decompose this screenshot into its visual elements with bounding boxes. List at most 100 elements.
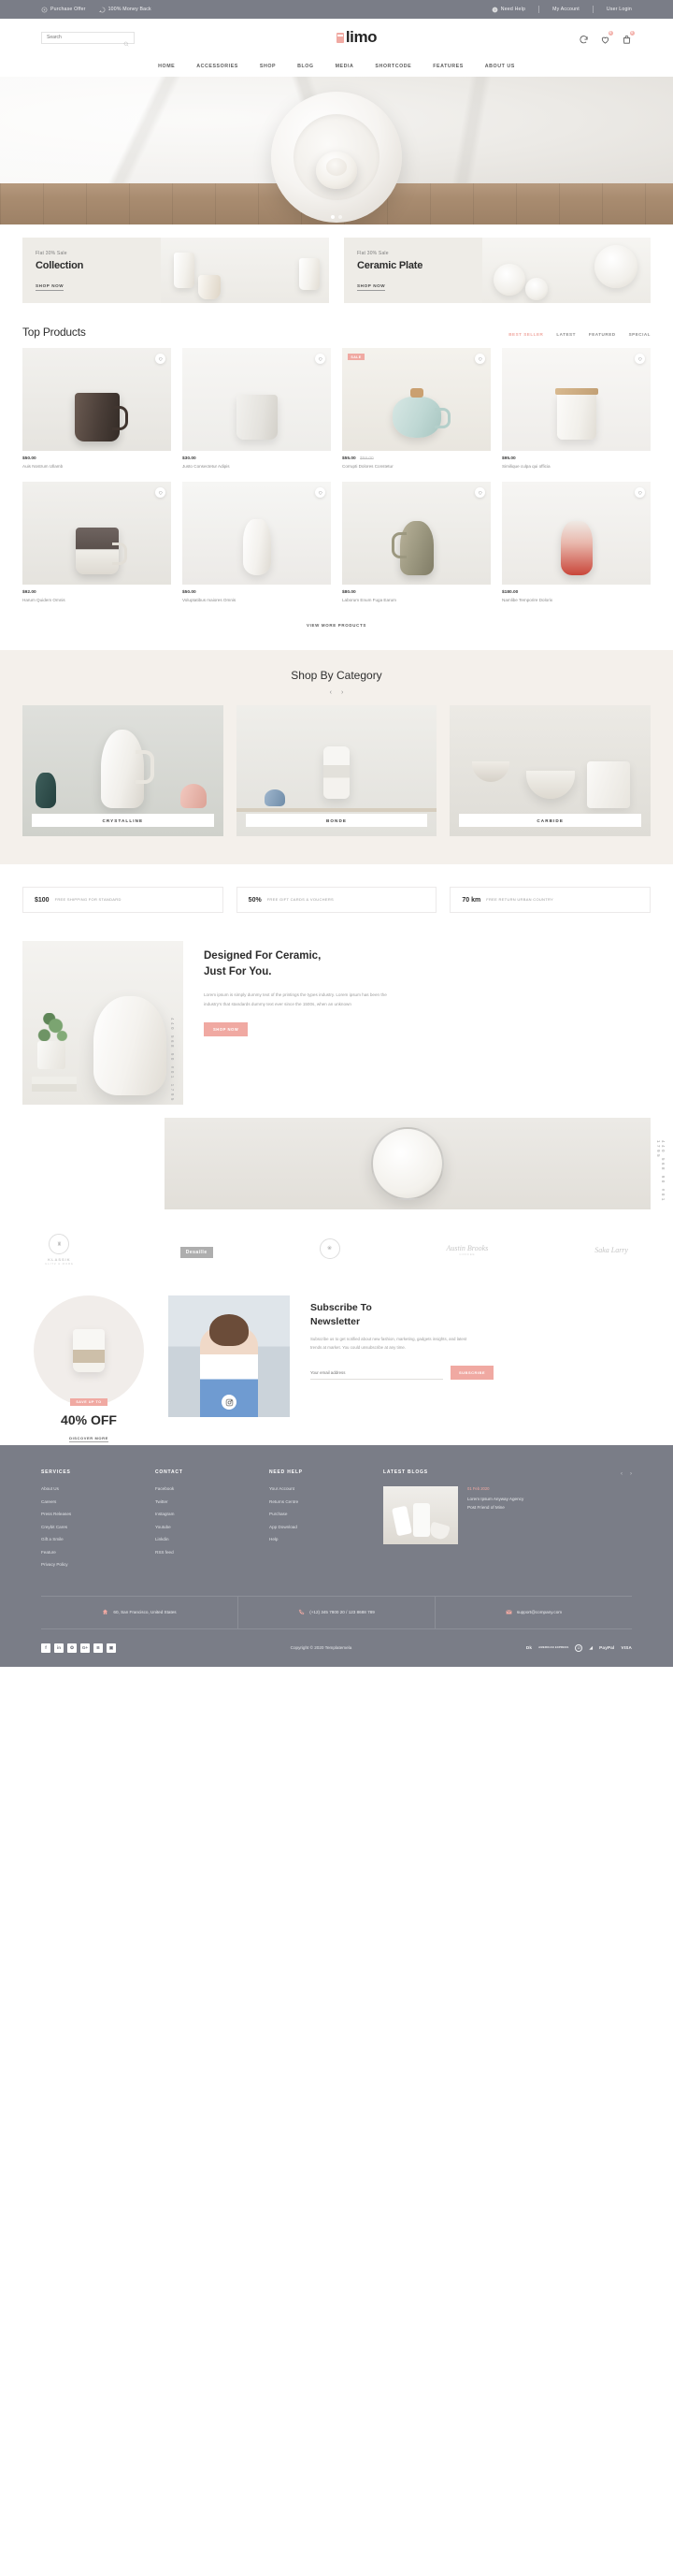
- footer-link-feature[interactable]: Feature: [41, 1550, 155, 1555]
- product-image[interactable]: [342, 482, 491, 585]
- wishlist-heart-icon[interactable]: [155, 354, 165, 364]
- footer-link-facebook[interactable]: Facebook: [155, 1486, 269, 1491]
- category-card-bonde[interactable]: BONDE: [236, 705, 437, 836]
- product-card[interactable]: SALE $55.00 $58.00 Corrupti Dolores Cons…: [342, 348, 491, 469]
- footer-link-about-us[interactable]: About Us: [41, 1486, 155, 1491]
- footer-link-your-account[interactable]: Your Account: [269, 1486, 383, 1491]
- newsletter-subscribe-button[interactable]: SUBSCRIBE: [451, 1366, 494, 1380]
- nav-item-shortcode[interactable]: SHORTCODE: [375, 64, 411, 69]
- filter-featured[interactable]: FEATURED: [589, 332, 616, 337]
- wishlist-icon[interactable]: 0: [600, 30, 613, 44]
- filter-latest[interactable]: LATEST: [556, 332, 576, 337]
- footer-link-twitter[interactable]: Twitter: [155, 1499, 269, 1504]
- linkedin-icon[interactable]: in: [54, 1643, 64, 1653]
- product-name[interactable]: Similique culpa qui officia: [502, 464, 651, 469]
- footer-link-creybit-cares[interactable]: Creybit Cares: [41, 1525, 155, 1529]
- promo-ceramic-plate[interactable]: Flat 30% Sale Ceramic Plate SHOP NOW: [344, 238, 651, 303]
- wishlist-heart-icon[interactable]: [155, 487, 165, 498]
- product-card[interactable]: $80.00 Laborum Enum Fuga Earum: [342, 482, 491, 602]
- brand-saka-larry[interactable]: Saka Larry: [594, 1246, 628, 1254]
- top-bar-money-back[interactable]: 100% Money Back: [98, 7, 151, 13]
- wishlist-heart-icon[interactable]: [315, 354, 325, 364]
- search-input[interactable]: [47, 35, 118, 40]
- blogger-icon[interactable]: B: [93, 1643, 103, 1653]
- category-card-crystalline[interactable]: CRYSTALLINE: [22, 705, 223, 836]
- nav-item-features[interactable]: FEATURES: [433, 64, 464, 69]
- nav-item-shop[interactable]: SHOP: [260, 64, 276, 69]
- filter-special[interactable]: SPECIAL: [629, 332, 651, 337]
- nav-item-accessories[interactable]: ACCESSORIES: [196, 64, 238, 69]
- nav-item-media[interactable]: MEDIA: [336, 64, 354, 69]
- promo-collection[interactable]: Flat 30% Sale Collection SHOP NOW: [22, 238, 329, 303]
- brand-klassik[interactable]: ♜ KLASSIK GLITZ & MORE: [45, 1234, 74, 1266]
- product-card[interactable]: $92.00 Harum Quidem Omnis: [22, 482, 171, 602]
- footer-link-instagram[interactable]: Instagram: [155, 1512, 269, 1516]
- nav-item-about-us[interactable]: ABOUT US: [485, 64, 515, 69]
- footer-link-purchase[interactable]: Purchase: [269, 1512, 383, 1516]
- nav-item-blog[interactable]: BLOG: [297, 64, 314, 69]
- compare-icon[interactable]: [579, 33, 589, 43]
- offer-discover-more-link[interactable]: DISCOVER MORE: [69, 1436, 108, 1442]
- product-image[interactable]: SALE: [342, 348, 491, 451]
- brand-circle[interactable]: ❀: [319, 1237, 340, 1262]
- blog-next-arrow-icon[interactable]: ›: [630, 1471, 632, 1477]
- wishlist-heart-icon[interactable]: [315, 487, 325, 498]
- top-bar-purchase-offer[interactable]: Purchase Offer: [41, 7, 86, 13]
- brand-austin-brooks[interactable]: Austin Brooks COFFEE: [446, 1244, 488, 1256]
- footer-email-text[interactable]: support@company.com: [517, 1610, 562, 1614]
- footer-link-press-releases[interactable]: Press Releases: [41, 1512, 155, 1516]
- blog-title-line-1[interactable]: Lorem Ipsum Anyway Agency: [467, 1496, 523, 1504]
- product-name[interactable]: Harum Quidem Omnis: [22, 598, 171, 602]
- category-next-arrow-icon[interactable]: ›: [341, 689, 343, 696]
- promo-ceramic-plate-shop-now[interactable]: SHOP NOW: [357, 283, 386, 291]
- promo-collection-shop-now[interactable]: SHOP NOW: [36, 283, 64, 291]
- product-image[interactable]: [22, 348, 171, 451]
- logo[interactable]: limo: [135, 28, 579, 47]
- behance-icon[interactable]: ✪: [67, 1643, 77, 1653]
- category-prev-arrow-icon[interactable]: ‹: [330, 689, 332, 696]
- facebook-icon[interactable]: f: [41, 1643, 50, 1653]
- blog-thumbnail[interactable]: [383, 1486, 458, 1544]
- category-card-carbide[interactable]: CARBIDE: [450, 705, 652, 836]
- footer-link-returns-centre[interactable]: Returns Centre: [269, 1499, 383, 1504]
- hero-dot-2[interactable]: [338, 215, 342, 219]
- top-bar-need-help[interactable]: ? Need Help: [492, 7, 525, 13]
- footer-link-careers[interactable]: Careers: [41, 1499, 155, 1504]
- product-card[interactable]: $50.00 Voluptatibus maiores Omnis: [182, 482, 331, 602]
- product-image[interactable]: [182, 348, 331, 451]
- product-image[interactable]: [22, 482, 171, 585]
- footer-phone-text[interactable]: (+12) 345 7800 20 / 123 8688 789: [309, 1610, 375, 1614]
- search-icon[interactable]: [123, 35, 129, 47]
- hero-slider-dots[interactable]: [331, 215, 342, 219]
- product-name[interactable]: Corrupti Dolores Constetur: [342, 464, 491, 469]
- blog-item[interactable]: 01 Feb 2020 Lorem Ipsum Anyway Agency Po…: [383, 1486, 632, 1544]
- product-card[interactable]: $50.00 Auis Nostrum Ullamb: [22, 348, 171, 469]
- product-card[interactable]: $30.00 Justo Consectetur Adipis: [182, 348, 331, 469]
- product-image[interactable]: [182, 482, 331, 585]
- product-card[interactable]: $95.00 Similique culpa qui officia: [502, 348, 651, 469]
- newsletter-instagram-photo[interactable]: [168, 1295, 290, 1417]
- top-bar-user-login[interactable]: User Login: [607, 7, 632, 12]
- instagram-icon[interactable]: [222, 1395, 236, 1410]
- rss-icon[interactable]: ▣: [107, 1643, 116, 1653]
- product-image[interactable]: [502, 348, 651, 451]
- blog-prev-arrow-icon[interactable]: ‹: [621, 1471, 623, 1477]
- designed-shop-now-button[interactable]: SHOP NOW: [204, 1021, 249, 1036]
- footer-link-linkdin[interactable]: Linkdin: [155, 1537, 269, 1541]
- product-image[interactable]: [502, 482, 651, 585]
- newsletter-email-input[interactable]: [310, 1366, 443, 1380]
- search-box[interactable]: [41, 31, 135, 47]
- footer-link-youtube[interactable]: Youtube: [155, 1525, 269, 1529]
- footer-link-rss-feed[interactable]: RSS feed: [155, 1550, 269, 1555]
- blog-title-line-2[interactable]: Post Friend of Mine: [467, 1504, 523, 1512]
- footer-link-gift-a-smile[interactable]: Gift a Smile: [41, 1537, 155, 1541]
- wishlist-heart-icon[interactable]: [635, 354, 645, 364]
- wishlist-heart-icon[interactable]: [635, 487, 645, 498]
- wishlist-heart-icon[interactable]: [475, 487, 485, 498]
- hero-dot-1[interactable]: [331, 215, 335, 219]
- google-plus-icon[interactable]: G+: [80, 1643, 90, 1653]
- filter-best-seller[interactable]: BEST SELLER: [508, 332, 543, 337]
- product-name[interactable]: Voluptatibus maiores Omnis: [182, 598, 331, 602]
- product-name[interactable]: Namlibe Temporire Dolorix: [502, 598, 651, 602]
- product-name[interactable]: Laborum Enum Fuga Earum: [342, 598, 491, 602]
